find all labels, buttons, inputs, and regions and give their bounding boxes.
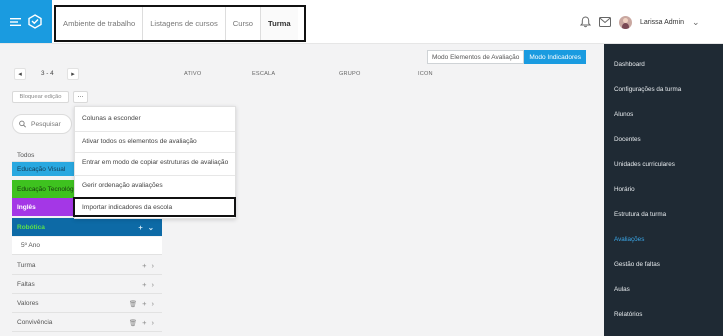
menu-item-copiar-estruturas[interactable]: Entrar em modo de copiar estruturas de a… [82, 159, 228, 166]
sidebar-item-unidades[interactable]: Unidades curriculares [614, 161, 675, 168]
sidebar-item-docentes[interactable]: Docentes [614, 136, 641, 143]
sidebar-item-horario[interactable]: Horário [614, 186, 635, 193]
search-input[interactable] [31, 120, 71, 128]
mail-icon[interactable] [599, 17, 611, 27]
highlight-box [73, 197, 236, 217]
tab-listagens-de-cursos[interactable]: Listagens de cursos [143, 7, 226, 40]
chevron-down-icon[interactable]: ⌄ [692, 17, 700, 28]
add-icon[interactable]: + [142, 318, 146, 327]
page-range: 3 - 4 [41, 70, 54, 77]
user-name[interactable]: Larissa Admin [640, 19, 684, 26]
column-header-ativo: ATIVO [184, 71, 202, 77]
menu-item-colunas-a-esconder[interactable]: Colunas a esconder [82, 115, 141, 122]
chevron-right-icon[interactable]: › [152, 261, 155, 270]
column-header-escala: ESCALA [252, 71, 276, 77]
user-avatar[interactable] [619, 15, 632, 29]
hamburger-icon[interactable] [10, 17, 21, 27]
section-label: Valores [17, 300, 39, 307]
tab-turma[interactable]: Turma [261, 7, 298, 40]
sidebar-item-gestao-faltas[interactable]: Gestão de faltas [614, 261, 660, 268]
add-icon[interactable]: + [142, 261, 146, 270]
menu-divider [75, 152, 235, 153]
subject-label: Educação Tecnológica [17, 185, 82, 193]
section-label: Turma [17, 262, 36, 269]
sidebar-item-alunos[interactable]: Alunos [614, 111, 633, 118]
tab-curso[interactable]: Curso [226, 7, 262, 40]
chevron-right-icon[interactable]: › [152, 318, 155, 327]
year-label: 5º Ano [21, 242, 41, 249]
section-label: Faltas [17, 281, 35, 288]
sidebar-item-relatorios[interactable]: Relatórios [614, 311, 642, 318]
breadcrumb-tabs: Ambiente de trabalho Listagens de cursos… [54, 5, 306, 42]
section-label: Convivência [17, 319, 53, 326]
section-valores[interactable]: Valores 🗑 + › [12, 295, 162, 313]
column-header-icon: ICON [418, 71, 433, 77]
bell-icon[interactable] [580, 16, 591, 28]
right-sidebar: Dashboard Configurações da turma Alunos … [604, 44, 723, 336]
search-icon [19, 120, 26, 128]
column-header-grupo: GRUPO [339, 71, 361, 77]
search-box[interactable] [12, 114, 72, 134]
chevron-down-icon[interactable]: ⌄ [148, 223, 154, 232]
mode-toggle: Modo Elementos de Avaliação Modo Indicad… [427, 50, 586, 64]
add-icon[interactable]: + [142, 280, 146, 289]
more-options-button[interactable]: ... [73, 91, 88, 103]
list-item-5-ano[interactable]: 5º Ano [12, 237, 162, 255]
mode-indicators-button[interactable]: Modo Indicadores [524, 50, 586, 64]
menu-divider [75, 131, 235, 132]
app-logo-icon [28, 14, 42, 29]
section-turma[interactable]: Turma + › [12, 257, 162, 275]
trash-icon[interactable]: 🗑 [129, 300, 137, 308]
section-faltas[interactable]: Faltas + › [12, 276, 162, 294]
sidebar-item-aulas[interactable]: Aulas [614, 286, 630, 293]
subject-robotica[interactable]: Robótica + ⌄ [12, 218, 162, 236]
menu-item-ativar-todos[interactable]: Ativar todos os elementos de avaliação [82, 138, 197, 145]
list-item-label: Todos [17, 152, 35, 159]
mode-elements-button[interactable]: Modo Elementos de Avaliação [427, 50, 525, 64]
user-area: Larissa Admin ⌄ [580, 10, 700, 34]
chevron-right-icon[interactable]: › [152, 280, 155, 289]
chevron-right-icon[interactable]: › [152, 299, 155, 308]
lock-edit-button[interactable]: Bloquear edição [12, 91, 69, 103]
sidebar-item-configuracoes[interactable]: Configurações da turma [614, 86, 681, 93]
add-icon[interactable]: + [142, 299, 146, 308]
next-page-button[interactable]: ▸ [67, 68, 79, 80]
menu-divider [75, 175, 235, 176]
add-icon[interactable]: + [138, 223, 142, 232]
trash-icon[interactable]: 🗑 [129, 319, 137, 327]
sidebar-item-estrutura[interactable]: Estrutura da turma [614, 211, 666, 218]
menu-logo-button[interactable] [0, 0, 52, 43]
sidebar-item-avaliacoes[interactable]: Avaliações [614, 236, 644, 243]
subject-label: Inglês [17, 203, 36, 211]
subject-label: Educação Visual [17, 165, 66, 173]
prev-page-button[interactable]: ◂ [14, 68, 26, 80]
sidebar-item-dashboard[interactable]: Dashboard [614, 61, 645, 68]
subject-label: Robótica [17, 223, 45, 231]
tab-ambiente-de-trabalho[interactable]: Ambiente de trabalho [56, 7, 144, 40]
menu-item-gerir-ordenacao[interactable]: Gerir ordenação avaliações [82, 182, 163, 189]
section-convivencia[interactable]: Convivência 🗑 + › [12, 314, 162, 332]
